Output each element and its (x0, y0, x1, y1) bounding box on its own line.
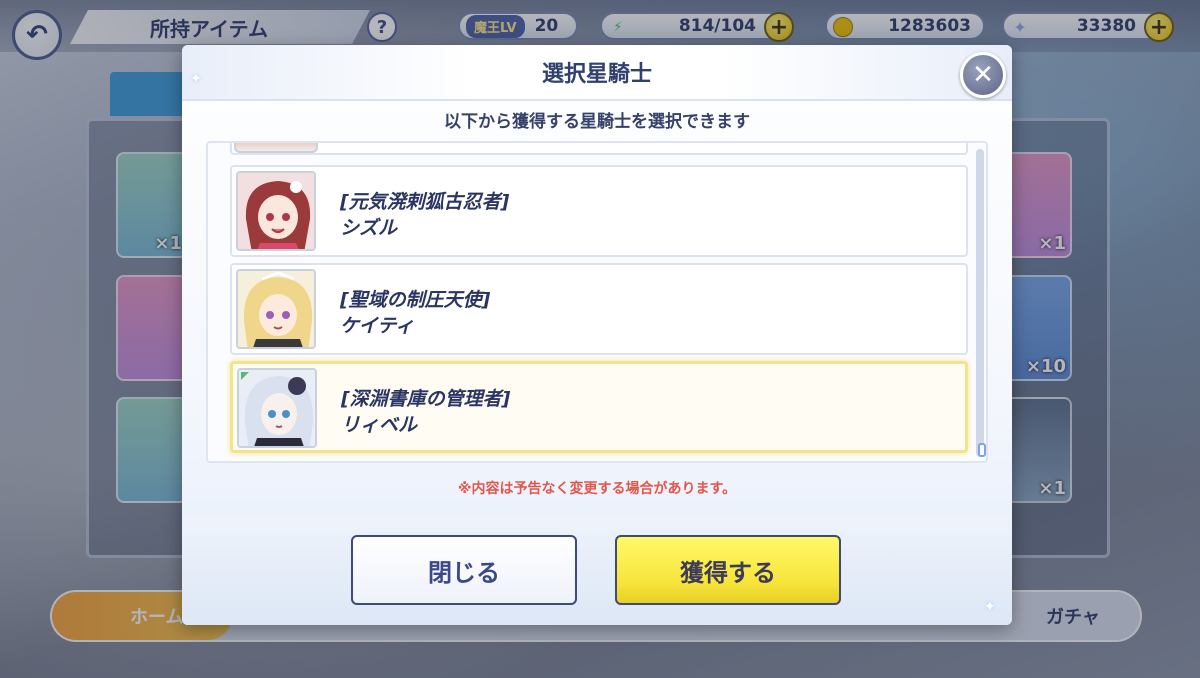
change-notice: ※内容は予告なく変更する場合があります。 (457, 481, 737, 497)
sparkle-icon: ✦ (984, 599, 996, 615)
character-portrait (237, 368, 317, 448)
list-item-partial[interactable] (230, 143, 968, 155)
list-scrollbar[interactable] (976, 149, 984, 457)
obtain-button[interactable]: 獲得する (615, 535, 841, 605)
portrait-partial (234, 143, 318, 153)
character-list[interactable]: [元気溌剌狐古忍者] シズル [聖域の制圧天使] ケイティ [深淵書庫の管理者]… (206, 141, 988, 463)
close-dialog-button[interactable]: ✕ (960, 52, 1006, 98)
close-icon: ✕ (972, 60, 994, 90)
character-portrait (236, 269, 316, 349)
character-title: [深淵書庫の管理者] (341, 388, 511, 410)
dialog-title: 選択星騎士 (541, 62, 652, 87)
character-name: シズル (340, 217, 398, 239)
character-select-dialog: 選択星騎士 ✦ ✕ 以下から獲得する星騎士を選択できます [元気溌剌狐古忍者] … (182, 45, 1012, 625)
dialog-footer (182, 515, 1012, 625)
dialog-header: 選択星騎士 (182, 45, 1012, 101)
character-title: [聖域の制圧天使] (340, 289, 491, 311)
close-button[interactable]: 閉じる (351, 535, 577, 605)
close-button-label: 閉じる (428, 558, 500, 587)
scrollbar-handle[interactable] (978, 443, 986, 457)
character-row-selected[interactable]: [深淵書庫の管理者] リィベル (230, 361, 968, 453)
character-row[interactable]: [元気溌剌狐古忍者] シズル (230, 165, 968, 257)
character-name: リィベル (341, 414, 418, 436)
character-row[interactable]: [聖域の制圧天使] ケイティ (230, 263, 968, 355)
character-name: ケイティ (340, 315, 415, 337)
obtain-button-label: 獲得する (680, 558, 776, 587)
character-portrait (236, 171, 316, 251)
dialog-subtitle: 以下から獲得する星騎士を選択できます (444, 112, 750, 132)
sparkle-icon: ✦ (190, 71, 202, 87)
character-title: [元気溌剌狐古忍者] (340, 191, 510, 213)
